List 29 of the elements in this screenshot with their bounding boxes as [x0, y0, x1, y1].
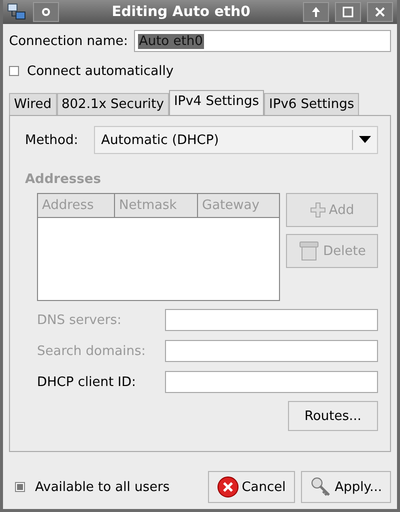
cancel-button[interactable]: Cancel	[208, 471, 295, 503]
plus-icon	[310, 202, 326, 218]
method-dropdown[interactable]: Automatic (DHCP)	[94, 126, 378, 154]
dropdown-arrow-icon	[359, 136, 371, 144]
checkbox[interactable]	[9, 66, 19, 76]
tab[interactable]: 802.1x Security	[56, 93, 169, 115]
apply-button[interactable]: Apply...	[300, 471, 391, 503]
field-label: DHCP client ID:	[37, 374, 137, 390]
method-label: Method:	[25, 132, 78, 148]
field-label: Search domains:	[37, 344, 147, 358]
tab[interactable]: Wired	[9, 93, 56, 115]
field-label: DNS servers:	[37, 312, 122, 328]
window-title: Editing Auto eth0	[110, 4, 252, 20]
checkbox[interactable]	[15, 482, 25, 492]
tab[interactable]: IPv4 Settings	[168, 90, 264, 115]
arrow-up-icon[interactable]	[303, 2, 329, 22]
network-icon[interactable]	[7, 3, 27, 21]
cancel-icon	[216, 476, 239, 498]
input-field[interactable]	[165, 371, 378, 393]
connection-name-label: Connection name:	[9, 34, 128, 48]
trash-icon	[298, 240, 320, 262]
connect-automatically-label: Connect automatically	[27, 64, 174, 78]
close-icon[interactable]	[367, 2, 393, 22]
keys-icon	[310, 476, 332, 498]
maximize-icon[interactable]	[335, 2, 361, 22]
routes-button[interactable]: Routes...	[288, 401, 378, 431]
available-to-all-users-label: Available to all users	[35, 480, 171, 494]
tab[interactable]: IPv6 Settings	[264, 93, 360, 115]
addresses-heading: Addresses	[25, 172, 102, 187]
